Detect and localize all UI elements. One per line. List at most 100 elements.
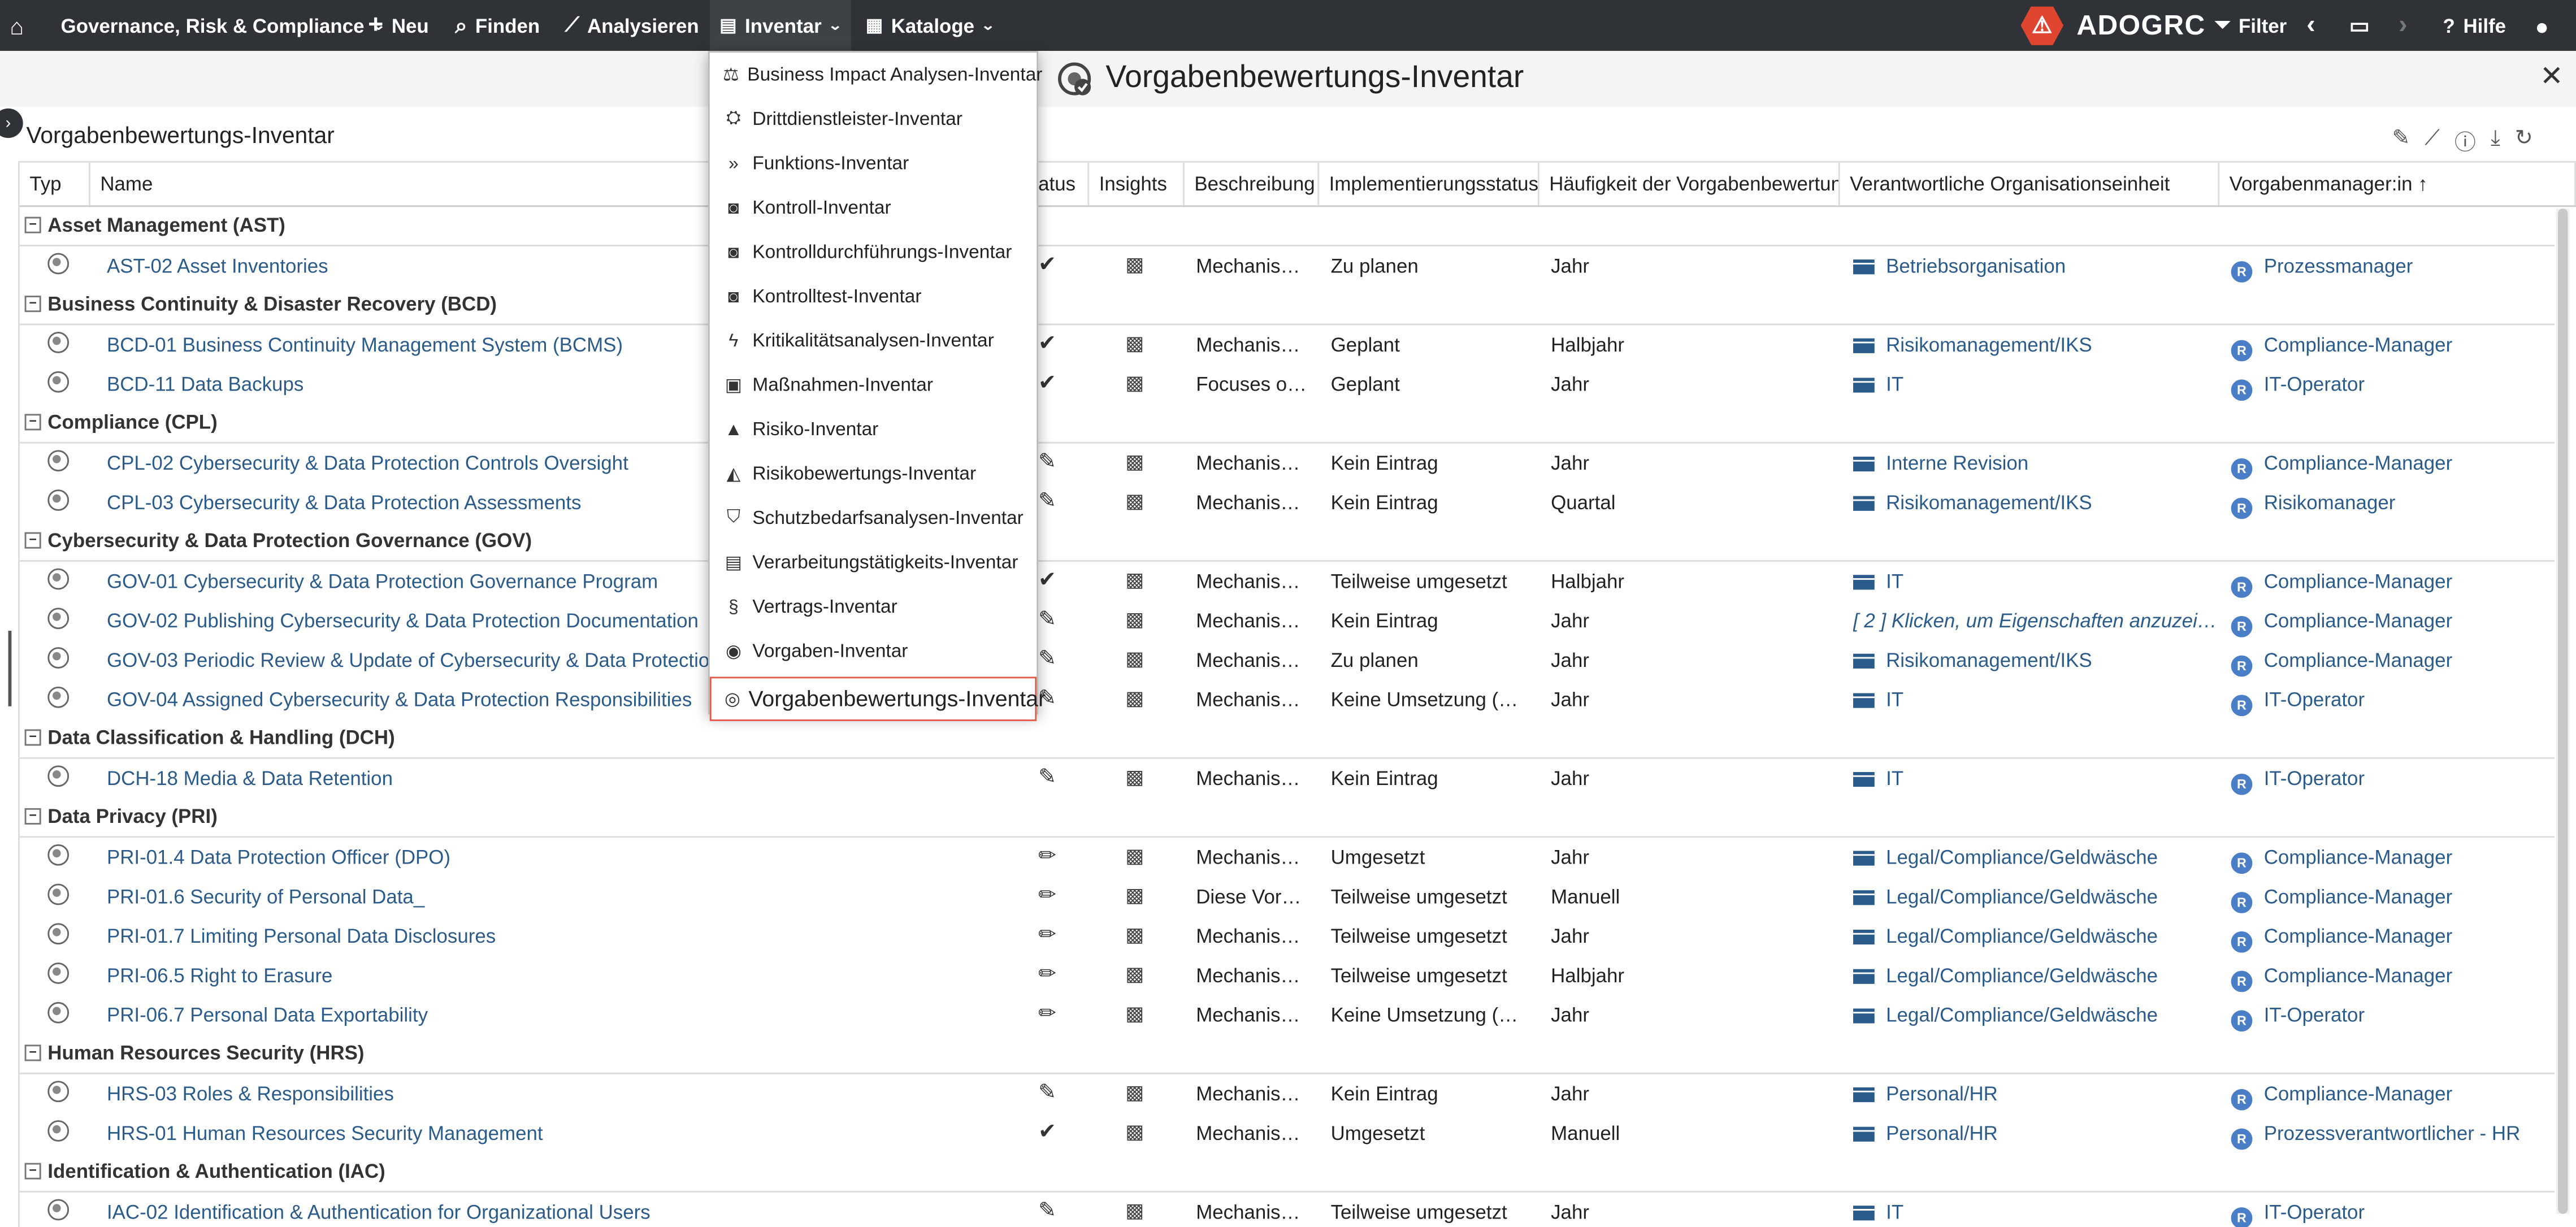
row-org-unit[interactable]: Risikomanagement/IKS (1853, 333, 2218, 357)
collapse-icon[interactable]: − (24, 532, 41, 549)
table-row[interactable]: GOV-04 Assigned Cybersecurity & Data Pro… (20, 678, 2555, 718)
table-row[interactable]: PRI-01.4 Data Protection Officer (DPO) ✏… (20, 836, 2555, 875)
insights-icon[interactable]: ▩ (1125, 1081, 1144, 1104)
info-icon[interactable]: ⓘ (2454, 125, 2476, 156)
menu-item-risk-assessment[interactable]: ◭ Risikobewertungs-Inventar (710, 452, 1037, 496)
table-row[interactable]: PRI-06.5 Right to Erasure ✏ ▩ Mechanis… … (20, 955, 2555, 994)
column-header-insights[interactable]: Insights (1089, 162, 1185, 206)
column-header-description[interactable]: Beschreibung (1185, 162, 1320, 206)
menu-item-scale[interactable]: ⚖ Business Impact Analysen-Inventar (710, 53, 1042, 97)
menu-item-control[interactable]: ◙ Kontroll-Inventar (710, 185, 1037, 229)
nav-catalogs-menu[interactable]: ▦ Kataloge ⌄ (866, 0, 995, 51)
back-button[interactable]: ‹ (2306, 0, 2315, 51)
status-edit-icon[interactable]: ✎ (1038, 1079, 1056, 1105)
status-edit-icon[interactable]: ✎ (1038, 448, 1056, 475)
status-pencil-icon[interactable]: ✏ (1038, 843, 1056, 869)
insights-icon[interactable]: ▩ (1125, 923, 1144, 946)
status-edit-icon[interactable]: ✎ (1038, 645, 1056, 672)
menu-item-warning[interactable]: ▲ Risiko-Inventar (710, 407, 1037, 452)
table-row[interactable]: PRI-06.7 Personal Data Exportability ✏ ▩… (20, 994, 2555, 1033)
row-name-link[interactable]: PRI-06.7 Personal Data Exportability (107, 1004, 1027, 1027)
row-org-unit[interactable]: Legal/Compliance/Geldwäsche (1853, 964, 2218, 987)
row-org-unit[interactable]: Personal/HR (1853, 1122, 2218, 1145)
collapse-icon[interactable]: − (24, 414, 41, 431)
nav-inventory-menu[interactable]: ▤ Inventar ⌄ (709, 0, 851, 51)
row-manager[interactable]: R Compliance-Manager (2231, 925, 2560, 953)
insights-icon[interactable]: ▩ (1125, 884, 1144, 907)
table-row[interactable]: CPL-03 Cybersecurity & Data Protection A… (20, 482, 2555, 521)
sidebar-toggle[interactable]: › (0, 108, 23, 138)
table-row[interactable]: GOV-01 Cybersecurity & Data Protection G… (20, 560, 2555, 600)
download-icon[interactable]: ⤓ (2491, 125, 2500, 156)
grid-scrollbar[interactable] (2556, 209, 2570, 1214)
insights-icon[interactable]: ▩ (1125, 450, 1144, 473)
row-org-unit[interactable]: [ 2 ] Klicken, um Eigenschaften anzuzeig… (1853, 609, 2218, 632)
sidebar-resize-handle[interactable] (8, 631, 12, 706)
close-icon[interactable]: ✕ (2540, 61, 2563, 94)
row-org-unit[interactable]: IT (1853, 373, 2218, 396)
nav-grc-menu[interactable]: Governance, Risk & Compliance ⌄ (61, 0, 385, 51)
group-row[interactable]: − Data Classification & Handling (DCH) (19, 718, 2555, 759)
row-name-link[interactable]: HRS-03 Roles & Responsibilities (107, 1082, 1027, 1105)
row-manager[interactable]: R IT-Operator (2231, 767, 2560, 795)
collapse-icon[interactable]: − (24, 729, 41, 746)
insights-icon[interactable]: ▩ (1125, 1120, 1144, 1143)
menu-item-function[interactable]: » Funktions-Inventar (710, 141, 1037, 185)
edit-icon[interactable]: ✎ (2392, 125, 2410, 156)
collapse-icon[interactable]: − (24, 216, 41, 233)
status-check-icon[interactable]: ✔ (1038, 567, 1056, 593)
row-org-unit[interactable]: IT (1853, 688, 2218, 711)
table-row[interactable]: AST-02 Asset Inventories ✔ ▩ Mechanis… Z… (20, 245, 2555, 284)
status-edit-icon[interactable]: ✎ (1038, 488, 1056, 514)
row-org-unit[interactable]: Legal/Compliance/Geldwäsche (1853, 885, 2218, 908)
column-header-manager[interactable]: Vorgabenmanager:in ↑ (2219, 162, 2576, 206)
table-row[interactable]: GOV-03 Periodic Review & Update of Cyber… (20, 639, 2555, 679)
help-button[interactable]: ? Hilfe (2443, 0, 2506, 51)
forward-button[interactable]: › (2399, 0, 2407, 51)
status-pencil-icon[interactable]: ✏ (1038, 961, 1056, 987)
row-name-link[interactable]: PRI-06.5 Right to Erasure (107, 964, 1027, 987)
status-pencil-icon[interactable]: ✏ (1038, 1000, 1056, 1027)
row-org-unit[interactable]: IT (1853, 570, 2218, 593)
row-manager[interactable]: R IT-Operator (2231, 1201, 2560, 1227)
insights-icon[interactable]: ▩ (1125, 371, 1144, 394)
group-row[interactable]: − Cybersecurity & Data Protection Govern… (19, 521, 2555, 562)
row-manager[interactable]: R Risikomanager (2231, 491, 2560, 519)
row-org-unit[interactable]: Legal/Compliance/Geldwäsche (1853, 1004, 2218, 1026)
row-manager[interactable]: R Prozessmanager (2231, 254, 2560, 283)
collapse-icon[interactable]: − (24, 1044, 41, 1061)
insights-icon[interactable]: ▩ (1125, 1002, 1144, 1025)
row-manager[interactable]: R Compliance-Manager (2231, 964, 2560, 992)
table-row[interactable]: BCD-11 Data Backups ✔ ▩ Focuses o… Gepla… (20, 363, 2555, 402)
group-row[interactable]: − Identification & Authentication (IAC) (19, 1151, 2555, 1193)
row-org-unit[interactable]: Personal/HR (1853, 1082, 2218, 1105)
collapse-icon[interactable]: − (24, 808, 41, 825)
row-manager[interactable]: R IT-Operator (2231, 373, 2560, 401)
menu-item-requirement[interactable]: ◉ Vorgaben-Inventar (710, 629, 1037, 673)
table-row[interactable]: PRI-01.7 Limiting Personal Data Disclosu… (20, 915, 2555, 955)
row-manager[interactable]: R Compliance-Manager (2231, 885, 2560, 913)
table-row[interactable]: DCH-18 Media & Data Retention ✎ ▩ Mechan… (20, 757, 2555, 797)
insights-icon[interactable]: ▩ (1125, 962, 1144, 986)
menu-item-requirement-assessment[interactable]: ◎ Vorgabenbewertungs-Inventar (709, 677, 1046, 721)
row-manager[interactable]: R IT-Operator (2231, 1004, 2560, 1032)
chart-icon[interactable]: ⟋ (2425, 125, 2439, 156)
row-org-unit[interactable]: Betriebsorganisation (1853, 254, 2218, 278)
group-row[interactable]: − Human Resources Security (HRS) (19, 1033, 2555, 1074)
menu-item-control-execution[interactable]: ◙ Kontrolldurchführungs-Inventar (710, 230, 1037, 274)
status-pencil-icon[interactable]: ✏ (1038, 882, 1056, 909)
nav-analyze-button[interactable]: ⟋ Analysieren (565, 0, 699, 51)
user-button[interactable]: ● (2535, 0, 2549, 51)
insights-icon[interactable]: ▩ (1125, 489, 1144, 513)
menu-item-document[interactable]: ▤ Verarbeitungstätigkeits-Inventar (710, 540, 1037, 584)
status-check-icon[interactable]: ✔ (1038, 252, 1056, 278)
home-button[interactable]: ⌂ (10, 0, 24, 51)
group-row[interactable]: − Data Privacy (PRI) (19, 797, 2555, 838)
menu-item-control-test[interactable]: ◙ Kontrolltest-Inventar (710, 274, 1037, 318)
table-row[interactable]: BCD-01 Business Continuity Management Sy… (20, 324, 2555, 363)
group-row[interactable]: − Business Continuity & Disaster Recover… (19, 284, 2555, 326)
row-manager[interactable]: R Compliance-Manager (2231, 609, 2560, 638)
table-row[interactable]: HRS-03 Roles & Responsibilities ✎ ▩ Mech… (20, 1073, 2555, 1112)
status-check-icon[interactable]: ✔ (1038, 330, 1056, 357)
insights-icon[interactable]: ▩ (1125, 647, 1144, 670)
